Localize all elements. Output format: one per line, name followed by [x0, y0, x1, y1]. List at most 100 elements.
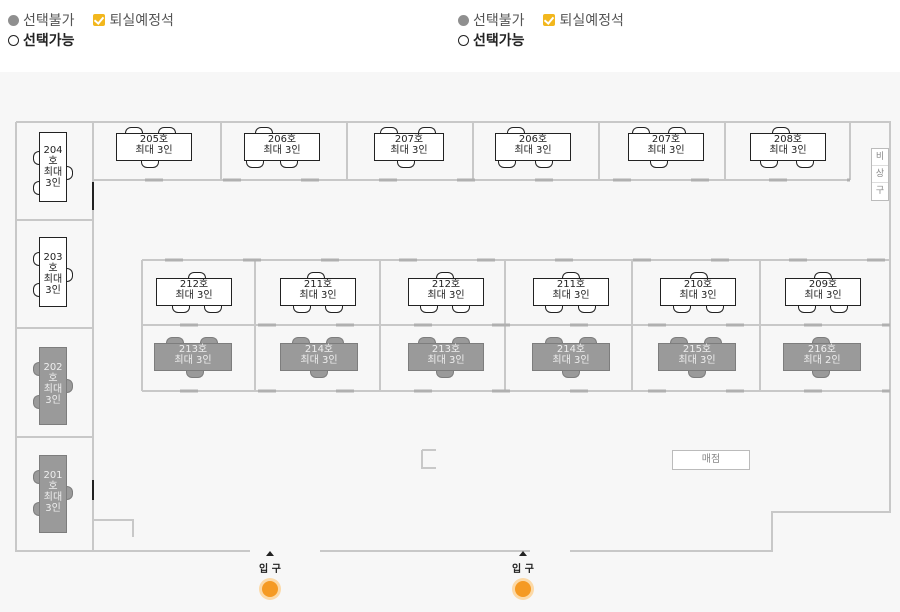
room-table[interactable]: 207호 최대 3인 — [374, 133, 444, 161]
room-capacity: 최대 3인 — [647, 145, 685, 156]
chair — [186, 371, 204, 378]
room-suffix: 호 — [48, 373, 58, 384]
room-number: 214호 — [304, 344, 334, 355]
chair — [798, 306, 816, 313]
chair — [760, 161, 778, 168]
room-number: 215호 — [682, 344, 712, 355]
room-table: 215호 최대 3인 — [658, 343, 736, 371]
room-capacity: 최대 3인 — [299, 290, 337, 301]
room-table[interactable]: 211호 최대 3인 — [280, 278, 356, 306]
room-capacity: 최대 3인 — [514, 145, 552, 156]
store-label: 매점 — [672, 450, 750, 470]
chair — [172, 306, 190, 313]
room-table: 201 호 최대 3인 — [39, 455, 67, 533]
chair — [535, 161, 553, 168]
room-number: 211호 — [303, 279, 333, 290]
entrance-left: 입 구 — [250, 551, 290, 597]
room-number: 212호 — [179, 279, 209, 290]
chair — [650, 161, 668, 168]
room-number: 212호 — [431, 279, 461, 290]
room-table: 202 호 최대 3인 — [39, 347, 67, 425]
chair — [310, 371, 328, 378]
room-capacity: 최대 3인 — [300, 355, 338, 366]
room-capacity: 최대 3인 — [174, 355, 212, 366]
arrow-up-icon — [519, 551, 527, 556]
room-capacity: 3인 — [45, 395, 61, 406]
room-capacity: 최대 3인 — [135, 145, 173, 156]
chair — [397, 161, 415, 168]
emergency-exit-label: 비 상 구 — [871, 148, 889, 201]
room-suffix: 호 — [48, 481, 58, 492]
chair — [280, 161, 298, 168]
entrance-right: 입 구 — [503, 551, 543, 597]
room-table[interactable]: 206호 최대 3인 — [495, 133, 571, 161]
room-capacity: 최대 — [43, 167, 63, 178]
chair — [141, 161, 159, 168]
room-capacity: 최대 3인 — [804, 290, 842, 301]
room-table[interactable]: 207호 최대 3인 — [628, 133, 704, 161]
room-number: 209호 — [808, 279, 838, 290]
room-number: 213호 — [431, 344, 461, 355]
room-capacity: 3인 — [45, 178, 61, 189]
chair — [688, 371, 706, 378]
room-suffix: 호 — [48, 156, 58, 167]
room-capacity: 최대 — [43, 492, 63, 503]
room-number: 207호 — [394, 134, 424, 145]
room-number: 206호 — [267, 134, 297, 145]
entrance-label: 입 구 — [512, 564, 534, 575]
room-number: 208호 — [773, 134, 803, 145]
room-capacity: 최대 3인 — [390, 145, 428, 156]
room-capacity: 최대 3인 — [678, 355, 716, 366]
chair — [578, 306, 596, 313]
room-number: 202 — [43, 362, 63, 373]
room-number: 201 — [43, 470, 63, 481]
chair — [204, 306, 222, 313]
room-table[interactable]: 211호 최대 3인 — [533, 278, 609, 306]
room-number: 214호 — [556, 344, 586, 355]
chair — [796, 161, 814, 168]
chair — [830, 306, 848, 313]
entrance-label: 입 구 — [259, 564, 281, 575]
chair — [545, 306, 563, 313]
room-capacity: 최대 3인 — [679, 290, 717, 301]
room-table[interactable]: 209호 최대 3인 — [785, 278, 861, 306]
room-table[interactable]: 212호 최대 3인 — [156, 278, 232, 306]
room-capacity: 최대 3인 — [769, 145, 807, 156]
emergency-char: 비 — [872, 149, 888, 166]
emergency-char: 상 — [872, 166, 888, 183]
room-number: 203 — [43, 252, 63, 263]
floor-plan-walls — [15, 121, 891, 552]
chair — [293, 306, 311, 313]
entrance-marker-icon — [515, 581, 531, 597]
room-table[interactable]: 204 호 최대 3인 — [39, 132, 67, 202]
chair — [706, 306, 724, 313]
chair — [812, 371, 830, 378]
room-number: 210호 — [683, 279, 713, 290]
room-table[interactable]: 205호 최대 3인 — [116, 133, 192, 161]
room-table: 213호 최대 3인 — [408, 343, 484, 371]
room-table[interactable]: 203 호 최대 3인 — [39, 237, 67, 307]
room-table: 214호 최대 3인 — [532, 343, 610, 371]
room-number: 207호 — [651, 134, 681, 145]
chair — [562, 371, 580, 378]
room-capacity: 3인 — [45, 285, 61, 296]
room-capacity: 최대 3인 — [552, 290, 590, 301]
room-number: 213호 — [178, 344, 208, 355]
room-suffix: 호 — [48, 263, 58, 274]
room-table[interactable]: 206호 최대 3인 — [244, 133, 320, 161]
room-table: 214호 최대 3인 — [280, 343, 358, 371]
room-table[interactable]: 210호 최대 3인 — [660, 278, 736, 306]
chair — [246, 161, 264, 168]
entrance-marker-icon — [262, 581, 278, 597]
room-number: 216호 — [807, 344, 837, 355]
room-capacity: 최대 3인 — [175, 290, 213, 301]
room-capacity: 3인 — [45, 503, 61, 514]
room-capacity: 최대 3인 — [263, 145, 301, 156]
room-capacity: 최대 — [43, 274, 63, 285]
room-number: 206호 — [518, 134, 548, 145]
room-table[interactable]: 208호 최대 3인 — [750, 133, 826, 161]
room-capacity: 최대 — [43, 384, 63, 395]
room-table[interactable]: 212호 최대 3인 — [408, 278, 484, 306]
chair — [452, 306, 470, 313]
chair — [436, 371, 454, 378]
